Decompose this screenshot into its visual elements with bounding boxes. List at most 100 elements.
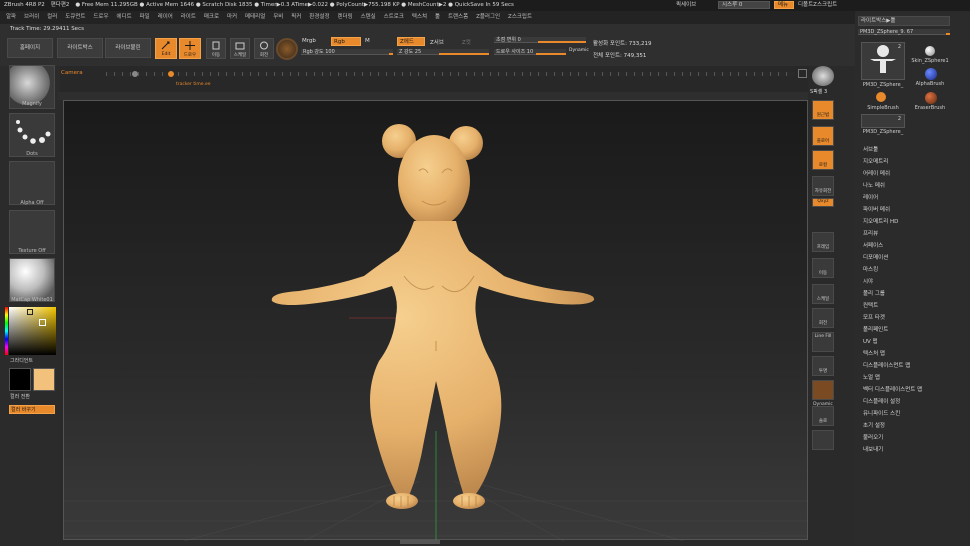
subpalette-geometry-hd[interactable]: 지오메트리 HD [855,216,970,228]
timeline-key[interactable] [132,71,138,77]
local-button[interactable]: 로컬 [812,150,834,170]
alpha-brush-icon[interactable] [925,68,937,80]
subpalette-masking[interactable]: 마스킹 [855,264,970,276]
alpha-thumbnail[interactable] [9,161,55,205]
subpalette-fibermesh[interactable]: 파이버 메쉬 [855,204,970,216]
subpalette-normal-map[interactable]: 노멀 맵 [855,372,970,384]
homepage-button[interactable]: 홈페이지 [7,38,53,58]
menu-movie[interactable]: 무비 [273,11,283,24]
draw-mode-button[interactable]: 드로우 [179,38,201,59]
subpalette-vector-displacement-map[interactable]: 벡터 디스플레이스먼트 맵 [855,384,970,396]
menu-zscript[interactable]: Z스크립트 [508,11,532,24]
edit-mode-button[interactable]: Edit [155,38,177,59]
menu-render[interactable]: 렌더링 [337,11,352,24]
menu-material[interactable]: 메테리얼 [245,11,265,24]
transparency-button[interactable]: 투명 [812,356,834,376]
timeline-toggle-box[interactable] [798,69,807,78]
menu-texture[interactable]: 텍스쳐 [412,11,427,24]
material-sphere-icon[interactable] [276,38,298,60]
color-picker-square[interactable] [9,307,56,355]
menu-alpha[interactable]: 알파 [6,11,16,24]
subpalette-array-mesh[interactable]: 어레이 메쉬 [855,168,970,180]
subpalette-polygroups[interactable]: 폴리 그룹 [855,288,970,300]
subpalette-polypaint[interactable]: 폴리페인트 [855,324,970,336]
menu-transform[interactable]: 트랜스폼 [448,11,468,24]
z-intensity-slider[interactable]: Z 강도 25 [397,49,489,55]
menu-stencil[interactable]: 스텐실 [361,11,376,24]
subpalette-export[interactable]: 내보내기 [855,444,970,456]
subpalette-initialize[interactable]: 초기 설정 [855,420,970,432]
dynamic-solo-button[interactable]: Dynamic [812,380,834,407]
menu-marker[interactable]: 마커 [227,11,237,24]
viewport-scroll-handle[interactable] [400,540,440,544]
rotate-mode-button[interactable]: 회전 [254,38,274,59]
line-fill-button[interactable]: Line Fill [812,332,834,352]
menu-toggle-button[interactable]: 메뉴 [774,1,794,9]
subpalette-surface[interactable]: 서페이스 [855,240,970,252]
lightbox-tool-button[interactable]: 라이트박스▶툴 [858,16,950,26]
menu-brush[interactable]: 브러쉬 [24,11,39,24]
subpalette-import[interactable]: 불러오기 [855,432,970,444]
subpalette-nanomesh[interactable]: 나노 메쉬 [855,180,970,192]
move-view-button[interactable]: 이동 [812,258,834,278]
tool-pm3d-zsphere[interactable]: 2 [861,114,905,128]
floor-button[interactable]: 플로어 [812,126,834,146]
lightbox-button[interactable]: 라이트박스 [57,38,103,58]
live-boolean-button[interactable]: 라이브불린 [105,38,151,58]
secondary-color-swatch[interactable] [33,368,55,391]
menu-light[interactable]: 라이트 [181,11,196,24]
zsphere-icon[interactable] [925,46,935,56]
scale-view-button[interactable]: 스케일 [812,284,834,304]
primary-color-swatch[interactable] [9,368,31,391]
move-mode-button[interactable]: 이동 [206,38,226,59]
menu-edit[interactable]: 에디트 [116,11,131,24]
timeline-current-key[interactable] [168,71,174,77]
menu-color[interactable]: 컬러 [47,11,57,24]
subpalette-deformation[interactable]: 디포메이션 [855,252,970,264]
menu-tool[interactable]: 툴 [435,11,440,24]
color-change-button[interactable]: 컬러 바꾸기 [9,405,55,414]
3d-model-figure[interactable] [64,101,809,541]
xpose-button[interactable] [812,430,834,450]
subpalette-visibility[interactable]: 시야 [855,276,970,288]
tool-pm3d-zsphere[interactable]: 2 [861,42,905,80]
zsub-toggle[interactable]: Z서브 [430,38,444,46]
menu-macro[interactable]: 매크로 [204,11,219,24]
subpalette-unified-skin[interactable]: 유니파이드 스킨 [855,408,970,420]
subpalette-morph-target[interactable]: 모프 타겟 [855,312,970,324]
3d-viewport-canvas[interactable] [63,100,809,541]
color-picker-cursor[interactable] [27,309,33,315]
subpalette-texture-map[interactable]: 텍스처 맵 [855,348,970,360]
quicksave-button[interactable]: 퀵세이브 [676,0,696,11]
zadd-toggle[interactable]: Z에드 [397,37,425,46]
subpalette-contact[interactable]: 컨택트 [855,300,970,312]
menu-preferences[interactable]: 환경설정 [309,11,329,24]
subpalette-preview[interactable]: 프리뷰 [855,228,970,240]
rotate-view-button[interactable]: 회전 [812,308,834,328]
scale-mode-button[interactable]: 스케일 [230,38,250,59]
eraser-brush-icon[interactable] [925,92,937,104]
qxyz-button[interactable]: Qxyz [812,198,834,207]
subpalette-layers[interactable]: 레이어 [855,192,970,204]
perspective-button[interactable]: 원근법 [812,100,834,120]
solo-button[interactable]: 솔로 [812,406,834,426]
menu-zplugin[interactable]: Z플러그인 [476,11,500,24]
menu-stroke[interactable]: 스트로크 [384,11,404,24]
tool-name-slider[interactable]: PM3D_ZSphere_9. 67 [858,29,950,35]
seethrough-slider[interactable]: 시스루 0 [718,1,770,9]
menu-picker[interactable]: 픽커 [291,11,301,24]
dynamic-toggle[interactable]: Dynamic [569,48,589,53]
bpr-render-icon[interactable] [812,66,834,86]
free-rotate-button[interactable]: 자유회전 [812,176,834,196]
document-name[interactable]: 편다편2 [51,0,70,11]
rgb-toggle[interactable]: Rgb [331,37,361,46]
default-zscript-button[interactable]: 디폴트Z스크립트 [798,0,837,11]
subpalette-geometry[interactable]: 지오메트리 [855,156,970,168]
subpalette-uv-map[interactable]: UV 맵 [855,336,970,348]
frame-button[interactable]: 프레임 [812,232,834,252]
subpalette-display-properties[interactable]: 디스플레이 설정 [855,396,970,408]
subpalette-displacement-map[interactable]: 디스플레이스먼트 맵 [855,360,970,372]
hue-cursor[interactable] [39,319,46,326]
focal-shift-slider[interactable]: 초점 변위 0 [494,37,586,43]
m-toggle[interactable]: M [365,38,370,44]
